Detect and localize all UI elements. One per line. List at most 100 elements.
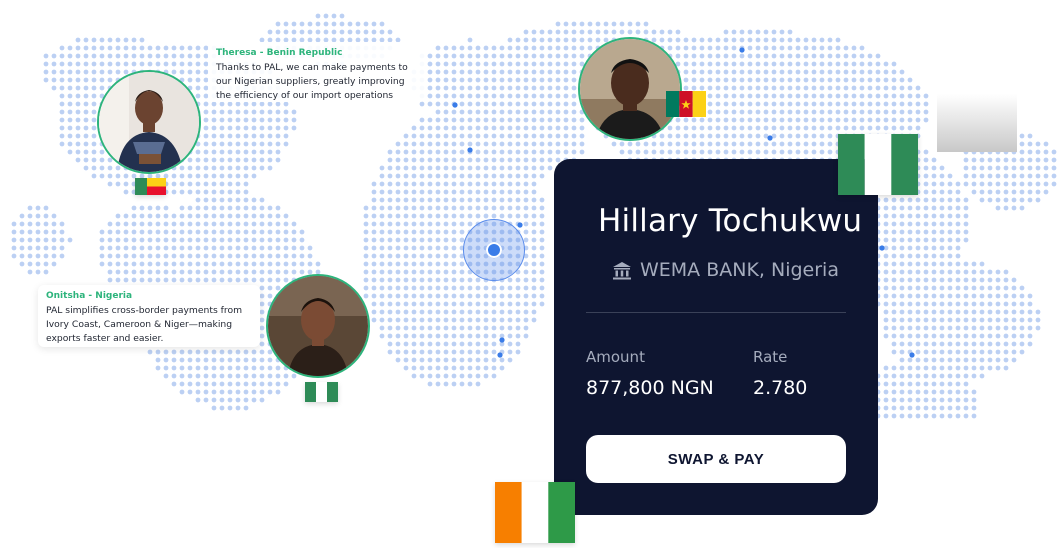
map-dot bbox=[171, 245, 177, 251]
map-dot bbox=[443, 157, 449, 163]
map-dot bbox=[723, 45, 729, 51]
map-dot bbox=[787, 45, 793, 51]
map-dot bbox=[67, 149, 73, 155]
map-dot bbox=[587, 21, 593, 27]
map-dot bbox=[83, 93, 89, 99]
map-dot bbox=[867, 125, 873, 131]
map-dot bbox=[1003, 301, 1009, 307]
map-dot bbox=[235, 133, 241, 139]
map-dot bbox=[379, 333, 385, 339]
map-dot bbox=[939, 325, 945, 331]
map-dot bbox=[179, 237, 185, 243]
map-dot bbox=[939, 197, 945, 203]
map-dot bbox=[491, 125, 497, 131]
map-dot bbox=[115, 53, 121, 59]
map-dot bbox=[219, 237, 225, 243]
map-dot bbox=[387, 245, 393, 251]
map-dot bbox=[243, 381, 249, 387]
map-dot bbox=[515, 325, 521, 331]
map-dot bbox=[243, 205, 249, 211]
map-dot bbox=[155, 349, 161, 355]
map-dot bbox=[435, 141, 441, 147]
map-dot bbox=[275, 373, 281, 379]
map-dot bbox=[763, 45, 769, 51]
map-dot bbox=[507, 205, 513, 211]
map-dot bbox=[67, 101, 73, 107]
map-dot bbox=[51, 245, 57, 251]
map-dot bbox=[147, 221, 153, 227]
map-dot bbox=[531, 269, 537, 275]
map-dot bbox=[963, 301, 969, 307]
map-dot bbox=[843, 125, 849, 131]
map-dot bbox=[699, 61, 705, 67]
map-dot bbox=[443, 381, 449, 387]
map-dot bbox=[675, 29, 681, 35]
map-dot bbox=[259, 261, 265, 267]
map-dot bbox=[411, 229, 417, 235]
map-dot bbox=[83, 69, 89, 75]
map-dot bbox=[75, 125, 81, 131]
map-dot bbox=[499, 117, 505, 123]
map-dot bbox=[803, 61, 809, 67]
map-dot bbox=[515, 341, 521, 347]
map-dot bbox=[851, 77, 857, 83]
map-dot bbox=[451, 333, 457, 339]
map-dot bbox=[507, 165, 513, 171]
map-dot bbox=[499, 181, 505, 187]
map-dot bbox=[195, 149, 201, 155]
map-dot bbox=[867, 117, 873, 123]
map-dot bbox=[371, 253, 377, 259]
map-dot bbox=[539, 93, 545, 99]
map-dot bbox=[507, 341, 513, 347]
map-dot bbox=[915, 197, 921, 203]
map-dot bbox=[203, 101, 209, 107]
map-dot bbox=[75, 69, 81, 75]
map-dot bbox=[235, 165, 241, 171]
map-dot bbox=[779, 117, 785, 123]
map-dot bbox=[827, 149, 833, 155]
map-dot bbox=[1019, 317, 1025, 323]
rate-label: Rate bbox=[753, 348, 788, 366]
map-dot bbox=[355, 29, 361, 35]
map-dot bbox=[91, 53, 97, 59]
map-dot bbox=[435, 341, 441, 347]
map-dot bbox=[435, 261, 441, 267]
map-dot bbox=[219, 117, 225, 123]
map-dot bbox=[955, 237, 961, 243]
map-dot bbox=[923, 365, 929, 371]
map-dot bbox=[491, 101, 497, 107]
map-dot bbox=[163, 237, 169, 243]
map-dot bbox=[275, 149, 281, 155]
map-dot bbox=[1011, 173, 1017, 179]
map-dot bbox=[523, 165, 529, 171]
map-dot bbox=[867, 77, 873, 83]
map-dot bbox=[963, 213, 969, 219]
map-dot bbox=[219, 357, 225, 363]
map-dot bbox=[555, 21, 561, 27]
map-dot bbox=[907, 413, 913, 419]
map-dot bbox=[147, 61, 153, 67]
map-dot bbox=[499, 53, 505, 59]
portrait-image bbox=[580, 39, 680, 139]
map-dot bbox=[451, 301, 457, 307]
map-dot bbox=[963, 181, 969, 187]
map-dot bbox=[979, 181, 985, 187]
map-dot bbox=[707, 101, 713, 107]
map-dot bbox=[707, 77, 713, 83]
map-dot bbox=[507, 141, 513, 147]
map-dot bbox=[947, 325, 953, 331]
map-dot bbox=[971, 413, 977, 419]
map-dot bbox=[995, 365, 1001, 371]
map-dot bbox=[187, 61, 193, 67]
swap-pay-button[interactable]: SWAP & PAY bbox=[586, 435, 846, 483]
map-dot bbox=[115, 45, 121, 51]
map-dot bbox=[27, 245, 33, 251]
map-dot bbox=[467, 45, 473, 51]
map-dot bbox=[115, 165, 121, 171]
map-dot bbox=[947, 341, 953, 347]
map-dot bbox=[491, 317, 497, 323]
map-dot bbox=[403, 221, 409, 227]
map-dot bbox=[787, 141, 793, 147]
map-dot bbox=[515, 333, 521, 339]
map-dot bbox=[515, 85, 521, 91]
